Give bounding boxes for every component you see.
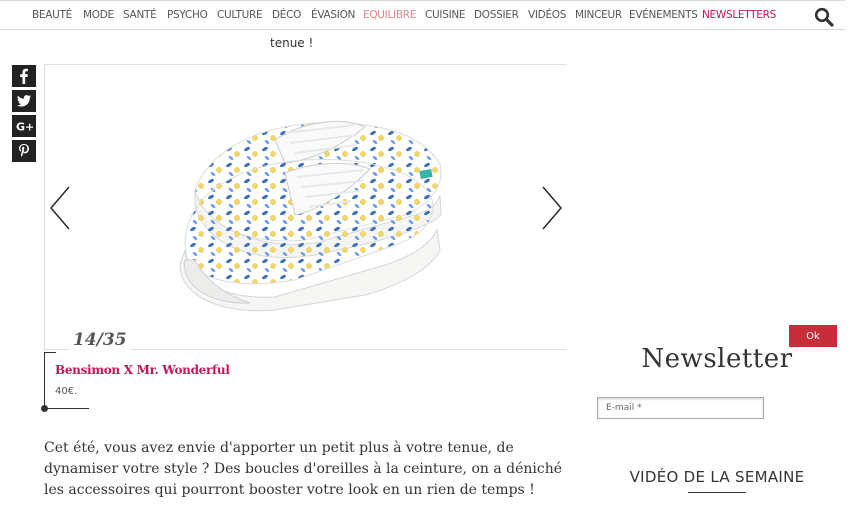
next-slide-button[interactable]	[535, 183, 565, 233]
newsletter-title: Newsletter	[641, 344, 793, 374]
article-body: Cet été, vous avez envie d'apporter un p…	[44, 440, 563, 498]
slideshow	[44, 64, 567, 350]
product-name-link[interactable]: Bensimon X Mr. Wonderful	[55, 363, 230, 377]
prev-slide-button[interactable]	[47, 183, 77, 233]
nav-item-evenements[interactable]: EVÉNEMENTS	[629, 9, 698, 21]
nav-item-culture[interactable]: CULTURE	[217, 9, 263, 21]
nav-item-videos[interactable]: VIDÉOS	[528, 9, 566, 21]
google-plus-icon: G+	[16, 121, 33, 134]
share-google-plus-button[interactable]: G+	[12, 115, 36, 137]
pinterest-icon	[19, 144, 29, 157]
chevron-left-icon	[50, 186, 70, 230]
timeline-underline	[44, 408, 89, 409]
timeline-line	[44, 352, 45, 408]
slide-counter: 14/35	[69, 330, 131, 350]
video-title-underline	[688, 492, 746, 493]
nav-item-mode[interactable]: MODE	[83, 9, 114, 21]
twitter-icon	[17, 95, 31, 107]
nav-item-deco[interactable]: DÉCO	[272, 9, 301, 21]
nav-item-beaute[interactable]: BEAUTÉ	[32, 9, 72, 21]
svg-text:G+: G+	[16, 121, 33, 134]
timeline-connector	[44, 352, 56, 353]
nav-item-sante[interactable]: SANTÉ	[123, 9, 157, 21]
share-twitter-button[interactable]	[12, 90, 36, 112]
nav-item-newsletters[interactable]: NEWSLETTERS	[702, 9, 776, 21]
nav-item-equilibre[interactable]: EQUILIBRE	[363, 9, 416, 21]
nav-item-evasion[interactable]: ÉVASION	[311, 9, 355, 21]
nav-item-psycho[interactable]: PSYCHO	[167, 9, 208, 21]
share-pinterest-button[interactable]	[12, 140, 36, 162]
timeline-dot	[41, 405, 48, 412]
facebook-icon	[20, 68, 28, 84]
caption-text: tenue !	[270, 36, 314, 50]
search-icon[interactable]	[814, 7, 834, 27]
top-navigation: BEAUTÉ MODE SANTÉ PSYCHO CULTURE DÉCO ÉV…	[0, 0, 845, 30]
product-price: 40€.	[55, 386, 78, 397]
share-facebook-button[interactable]	[12, 65, 36, 87]
nav-item-cuisine[interactable]: CUISINE	[425, 9, 466, 21]
video-section-title: VIDÉO DE LA SEMAINE	[629, 468, 805, 486]
sneaker-image	[179, 120, 442, 312]
nav-item-minceur[interactable]: MINCEUR	[575, 9, 622, 21]
chevron-right-icon	[542, 186, 562, 230]
nav-item-dossier[interactable]: DOSSIER	[474, 9, 519, 21]
email-field[interactable]	[597, 397, 764, 419]
